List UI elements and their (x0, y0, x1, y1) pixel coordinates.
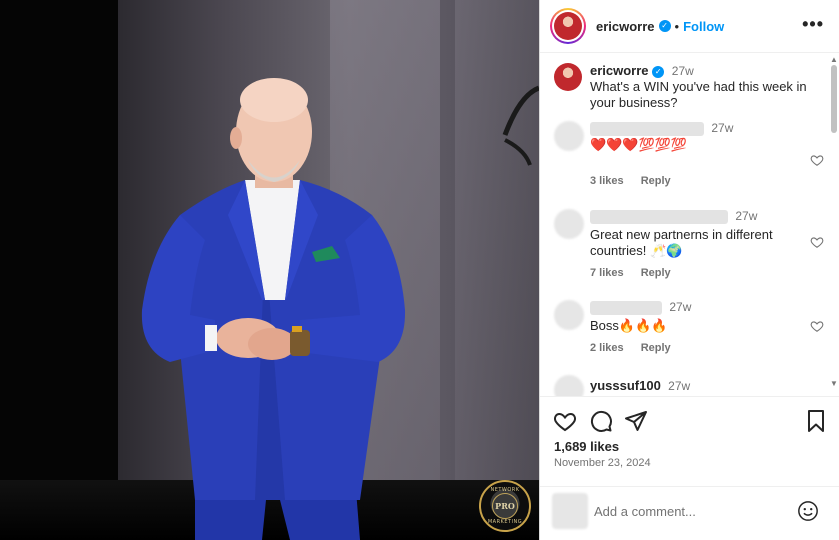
comment-item: yusssuf100 27w (554, 375, 824, 396)
add-comment-input[interactable] (594, 501, 794, 521)
badge-center-text: PRO (495, 501, 515, 511)
avatar[interactable] (554, 300, 584, 330)
like-comment-icon[interactable] (810, 235, 824, 249)
avatar[interactable] (554, 121, 584, 151)
comment-time: 27w (735, 209, 758, 223)
comment-item: 27w Boss🔥🔥🔥 2 likes Reply (554, 300, 824, 370)
badge-center: PRO (492, 493, 518, 519)
reply-button[interactable]: Reply (641, 342, 671, 354)
avatar[interactable] (554, 63, 582, 91)
like-comment-icon[interactable] (810, 153, 824, 167)
commenter-username[interactable] (590, 209, 728, 224)
post-actions: 1,689 likes November 23, 2024 (540, 396, 839, 486)
comment-icon[interactable] (589, 409, 613, 433)
comment-text: ❤️❤️❤️💯💯💯 (590, 137, 688, 152)
avatar[interactable] (554, 375, 584, 396)
post-username[interactable]: ericworre (596, 19, 655, 34)
like-icon[interactable] (553, 409, 577, 433)
scroll-down-icon[interactable]: ▼ (830, 379, 838, 388)
comment-likes[interactable]: 2 likes (590, 342, 624, 354)
reply-button[interactable]: Reply (641, 175, 671, 187)
separator-dot: • (674, 18, 680, 34)
caption-username[interactable]: ericworre (590, 63, 649, 78)
caption-text: What's a WIN you've had this week in you… (590, 79, 807, 110)
avatar (554, 12, 582, 40)
reply-button[interactable]: Reply (641, 267, 671, 279)
share-icon[interactable] (624, 409, 648, 433)
comment-time: 27w (669, 300, 692, 314)
comment-likes[interactable]: 7 likes (590, 267, 624, 279)
story-ring[interactable] (550, 8, 586, 44)
comments-scrollbar[interactable]: ▲ ▼ (829, 53, 839, 388)
follow-button[interactable]: Follow (683, 19, 724, 34)
avatar (552, 493, 588, 529)
post-date: November 23, 2024 (554, 457, 651, 469)
comment-item: 27w ❤️❤️❤️💯💯💯 3 likes Reply (554, 121, 824, 201)
commenter-username[interactable]: yusssuf100 (590, 378, 661, 393)
save-icon[interactable] (804, 409, 828, 433)
post-side-panel: ericworre ✓ • Follow ••• ericworre ✓ 27w… (539, 0, 839, 540)
speaker-figure (141, 78, 539, 540)
comments-list[interactable]: ericworre ✓ 27w What's a WIN you've had … (540, 53, 839, 396)
likes-count[interactable]: 1,689 likes (554, 439, 619, 454)
scrollbar-thumb[interactable] (831, 65, 837, 133)
post-header: ericworre ✓ • Follow ••• (540, 0, 839, 53)
badge-top-text: NETWORK (490, 487, 520, 493)
comment-time: 27w (711, 121, 734, 135)
badge-bottom-text: MARKETING (487, 519, 523, 525)
commenter-username[interactable] (590, 300, 662, 315)
verified-icon: ✓ (652, 65, 665, 78)
caption-time: 27w (671, 64, 694, 78)
like-comment-icon[interactable] (810, 319, 824, 333)
scroll-up-icon[interactable]: ▲ (830, 55, 838, 64)
network-marketing-badge: NETWORK PRO MARKETING (479, 480, 531, 532)
commenter-username[interactable] (590, 121, 704, 136)
comment-likes[interactable]: 3 likes (590, 175, 624, 187)
comment-text: Great new partnerns in different countri… (590, 227, 773, 258)
post-caption: ericworre ✓ 27w What's a WIN you've had … (554, 63, 824, 111)
verified-icon: ✓ (658, 20, 671, 32)
comment-time: 27w (668, 379, 691, 393)
add-comment-bar (540, 486, 839, 540)
comment-item: 27w Great new partnerns in different cou… (554, 209, 824, 297)
more-options-icon[interactable]: ••• (802, 14, 824, 35)
avatar[interactable] (554, 209, 584, 239)
comment-text: Boss🔥🔥🔥 (590, 318, 668, 333)
emoji-icon[interactable] (797, 500, 819, 522)
post-image[interactable]: NETWORK PRO MARKETING (0, 0, 539, 540)
